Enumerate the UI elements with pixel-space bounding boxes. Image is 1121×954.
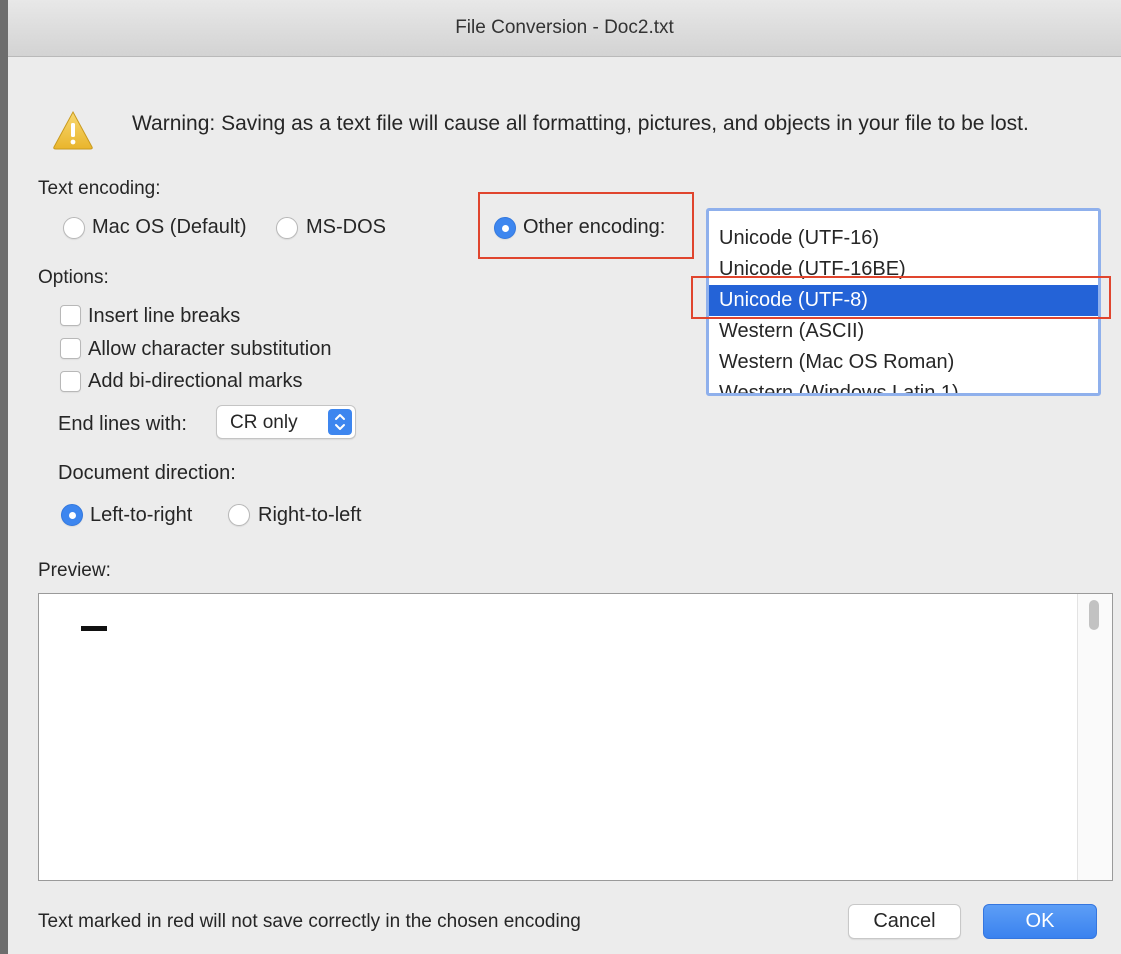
options-label: Options: <box>38 267 109 288</box>
radio-right-to-left-label[interactable]: Right-to-left <box>258 504 361 527</box>
allow-character-substitution-checkbox[interactable] <box>60 338 81 359</box>
list-item[interactable]: Western (ASCII) <box>709 316 1098 347</box>
warning-message: Warning: Saving as a text file will caus… <box>132 112 1029 135</box>
radio-other-encoding-label[interactable]: Other encoding: <box>523 216 665 239</box>
radio-mac-os[interactable] <box>63 217 85 239</box>
insert-line-breaks-label[interactable]: Insert line breaks <box>88 305 240 328</box>
add-bidi-marks-checkbox[interactable] <box>60 371 81 392</box>
title-bar: File Conversion - Doc2.txt <box>8 0 1121 57</box>
radio-left-to-right[interactable] <box>61 504 83 526</box>
radio-other-encoding[interactable] <box>494 217 516 239</box>
scrollbar-thumb[interactable] <box>1089 600 1099 630</box>
end-lines-value: CR only <box>230 412 298 433</box>
radio-mac-os-label[interactable]: Mac OS (Default) <box>92 216 246 239</box>
list-item[interactable]: Western (Mac OS Roman) <box>709 347 1098 378</box>
text-cursor <box>81 626 107 631</box>
chevron-updown-icon <box>328 409 352 435</box>
preview-label: Preview: <box>38 560 111 581</box>
preview-area[interactable] <box>38 593 1113 881</box>
insert-line-breaks-checkbox[interactable] <box>60 305 81 326</box>
utf8-highlight <box>691 276 1111 319</box>
radio-ms-dos[interactable] <box>276 217 298 239</box>
encoding-note: Text marked in red will not save correct… <box>38 911 581 932</box>
preview-scrollbar[interactable] <box>1077 594 1112 880</box>
window-left-edge <box>0 0 8 954</box>
radio-ms-dos-label[interactable]: MS-DOS <box>306 216 386 239</box>
cancel-button[interactable]: Cancel <box>848 904 961 939</box>
list-item[interactable]: Unicode (UTF-16) <box>709 223 1098 254</box>
document-direction-label: Document direction: <box>58 462 236 484</box>
text-encoding-label: Text encoding: <box>38 178 161 199</box>
window-title: File Conversion - Doc2.txt <box>455 17 674 38</box>
allow-character-substitution-label[interactable]: Allow character substitution <box>88 338 331 361</box>
add-bidi-marks-label[interactable]: Add bi-directional marks <box>88 370 303 393</box>
radio-left-to-right-label[interactable]: Left-to-right <box>90 504 192 527</box>
file-conversion-dialog: File Conversion - Doc2.txt Warning: Savi… <box>8 0 1121 954</box>
end-lines-label: End lines with: <box>58 413 187 435</box>
end-lines-popup[interactable]: CR only <box>216 405 356 439</box>
list-item[interactable]: Western (Windows Latin 1) <box>709 378 1098 393</box>
ok-button[interactable]: OK <box>983 904 1097 939</box>
radio-right-to-left[interactable] <box>228 504 250 526</box>
warning-triangle-icon <box>52 110 94 150</box>
